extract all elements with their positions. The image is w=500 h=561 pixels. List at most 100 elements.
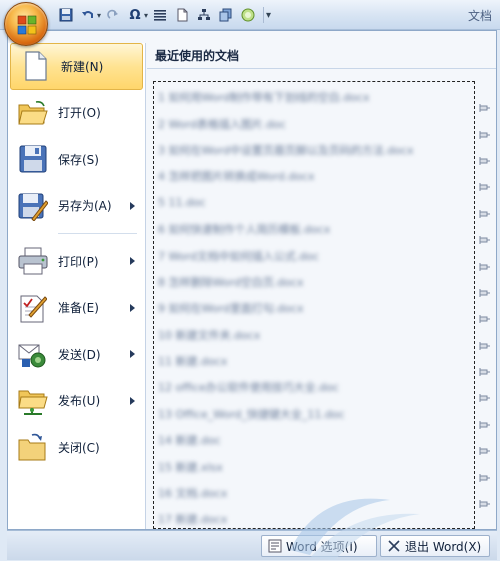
- pin-icon[interactable]: [478, 121, 492, 147]
- exit-word-label: 退出 Word(X): [405, 539, 482, 554]
- menu-item-open[interactable]: 打开(O): [8, 90, 145, 137]
- menu-item-label: 另存为(A): [58, 199, 112, 214]
- recent-file-item[interactable]: 14 新建.doc: [158, 427, 470, 453]
- recent-file-name: 10 新建文件夹.docx: [158, 328, 261, 342]
- recent-file-item[interactable]: 1 如何用Word制作带有下划线的空白.docx: [158, 84, 470, 110]
- recent-file-name: 17 新建.docx: [158, 513, 228, 527]
- new-doc-icon[interactable]: [172, 5, 192, 25]
- menu-item-print[interactable]: 打印(P): [8, 238, 145, 285]
- menu-item-label: 打印(P): [58, 254, 99, 269]
- quick-access-toolbar: ▾ Ω ▾ ▾: [56, 4, 271, 26]
- recent-file-name: 1 如何用Word制作带有下划线的空白.docx: [158, 91, 370, 105]
- recent-file-item[interactable]: 11 新建.docx: [158, 348, 470, 374]
- save-icon[interactable]: [56, 5, 76, 25]
- menu-item-save-as[interactable]: 另存为(A): [8, 183, 145, 230]
- toolbar-separator: [263, 7, 265, 23]
- pin-icon[interactable]: [478, 438, 492, 464]
- pin-icon[interactable]: [478, 227, 492, 253]
- recent-file-item[interactable]: 10 新建文件夹.docx: [158, 322, 470, 348]
- pin-icon[interactable]: [478, 148, 492, 174]
- symbol-dropdown-icon[interactable]: ▾: [144, 11, 148, 20]
- pin-icon[interactable]: [478, 174, 492, 200]
- save-disk-icon: [16, 142, 50, 176]
- close-folder-icon: [16, 430, 50, 464]
- recent-file-name: 7 Word文档中如何插入公式.doc: [158, 249, 320, 263]
- recent-documents-pane: 最近使用的文档 1 如何用Word制作带有下划线的空白.docx 2 Word表…: [147, 43, 496, 529]
- recent-file-name: 16 文档.docx: [158, 487, 228, 501]
- recent-documents-list: 1 如何用Word制作带有下划线的空白.docx 2 Word表格插入图片.do…: [153, 81, 475, 529]
- menu-item-prepare[interactable]: 准备(E): [8, 285, 145, 332]
- align-icon[interactable]: [150, 5, 170, 25]
- recent-file-name: 6 如何快速制作个人简历模板.docx: [158, 223, 331, 237]
- pin-icon[interactable]: [478, 412, 492, 438]
- submenu-arrow-icon: [130, 396, 135, 405]
- pin-icon[interactable]: [478, 201, 492, 227]
- open-folder-icon: [16, 96, 50, 130]
- recent-file-item[interactable]: 8 怎样删除Word空白页.docx: [158, 269, 470, 295]
- submenu-arrow-icon: [130, 257, 135, 266]
- recent-file-item[interactable]: 7 Word文档中如何插入公式.doc: [158, 242, 470, 268]
- title-bar: ▾ Ω ▾ ▾ 文档: [0, 0, 500, 46]
- undo-icon[interactable]: [78, 5, 98, 25]
- org-chart-icon[interactable]: [194, 5, 214, 25]
- menu-item-label: 准备(E): [58, 301, 99, 316]
- menu-item-label: 关闭(C): [58, 440, 100, 455]
- menu-item-close[interactable]: 关闭(C): [8, 424, 145, 471]
- recent-file-item[interactable]: 13 Office_Word_快捷键大全_11.doc: [158, 401, 470, 427]
- recent-file-item[interactable]: 9 如何在Word里面打勾.docx: [158, 295, 470, 321]
- window-title: 文档: [467, 9, 492, 23]
- recent-file-name: 2 Word表格插入图片.doc: [158, 117, 287, 131]
- menu-item-label: 发送(D): [58, 347, 101, 362]
- recent-file-item[interactable]: 15 新建.xlsx: [158, 453, 470, 479]
- office-button[interactable]: [4, 2, 48, 46]
- circle-icon[interactable]: [238, 5, 258, 25]
- submenu-arrow-icon: [130, 350, 135, 359]
- pin-icon[interactable]: [478, 95, 492, 121]
- pin-icon[interactable]: [478, 359, 492, 385]
- customize-dropdown-icon[interactable]: ▾: [266, 10, 271, 21]
- pin-icon[interactable]: [478, 491, 492, 517]
- publish-icon: [16, 384, 50, 418]
- menu-item-label: 打开(O): [58, 106, 101, 121]
- office-logo-icon: [17, 15, 37, 35]
- menu-item-send[interactable]: 发送(D): [8, 331, 145, 378]
- recent-file-name: 9 如何在Word里面打勾.docx: [158, 302, 304, 316]
- recent-file-name: 13 Office_Word_快捷键大全_11.doc: [158, 407, 345, 421]
- exit-word-button[interactable]: 退出 Word(X): [380, 535, 490, 557]
- pin-column: [478, 95, 492, 517]
- pin-icon[interactable]: [478, 280, 492, 306]
- menu-item-publish[interactable]: 发布(U): [8, 378, 145, 425]
- pin-icon[interactable]: [478, 464, 492, 490]
- save-as-icon: [16, 189, 50, 223]
- word-options-icon: [268, 539, 282, 553]
- menu-item-new[interactable]: 新建(N): [10, 43, 143, 90]
- recent-file-item[interactable]: 6 如何快速制作个人简历模板.docx: [158, 216, 470, 242]
- recent-file-item[interactable]: 17 新建.docx: [158, 506, 470, 532]
- recent-file-item[interactable]: 3 如何在Word中设置页眉页脚以及页码的方法.docx: [158, 137, 470, 163]
- exit-icon: [388, 540, 400, 552]
- recent-documents-title: 最近使用的文档: [147, 43, 496, 69]
- recent-file-item[interactable]: 5 11.doc: [158, 190, 470, 216]
- menu-commands: 新建(N) 打开(O) 保存(S) 另存为(A) 打印(P) 准备(E) 发送(…: [8, 43, 146, 529]
- pin-icon[interactable]: [478, 306, 492, 332]
- pin-icon[interactable]: [478, 385, 492, 411]
- menu-item-save[interactable]: 保存(S): [8, 136, 145, 183]
- pin-icon[interactable]: [478, 253, 492, 279]
- menu-item-label: 发布(U): [58, 394, 101, 409]
- menu-item-label: 保存(S): [58, 152, 99, 167]
- recent-file-item[interactable]: 16 文档.docx: [158, 480, 470, 506]
- recent-file-name: 4 怎样把图片转换成Word.docx: [158, 170, 315, 184]
- symbol-omega-icon[interactable]: Ω: [125, 5, 145, 25]
- undo-dropdown-icon[interactable]: ▾: [97, 11, 101, 20]
- submenu-arrow-icon: [130, 303, 135, 312]
- redo-icon[interactable]: [103, 5, 123, 25]
- recent-file-item[interactable]: 12 office办公软件使用技巧大全.doc: [158, 374, 470, 400]
- pin-icon[interactable]: [478, 333, 492, 359]
- recent-file-item[interactable]: 2 Word表格插入图片.doc: [158, 110, 470, 136]
- copy-icon[interactable]: [216, 5, 236, 25]
- recent-file-name: 14 新建.doc: [158, 434, 221, 448]
- menu-item-label: 新建(N): [61, 59, 104, 74]
- menu-divider: [58, 233, 137, 234]
- word-options-button[interactable]: Word 选项(I): [261, 535, 377, 557]
- recent-file-item[interactable]: 4 怎样把图片转换成Word.docx: [158, 163, 470, 189]
